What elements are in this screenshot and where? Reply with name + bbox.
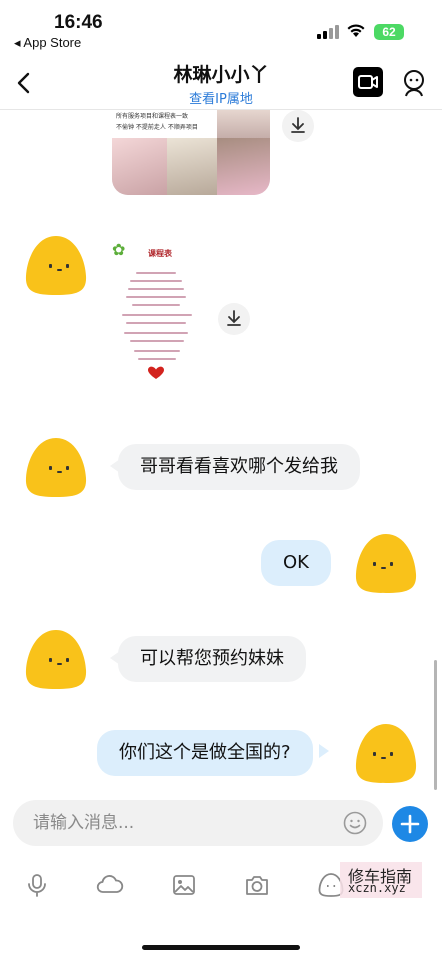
text-line <box>138 358 176 360</box>
my-avatar[interactable] <box>355 532 417 594</box>
plus-icon <box>400 814 420 834</box>
text-line <box>122 314 192 316</box>
home-indicator[interactable] <box>142 945 300 950</box>
back-to-app-store[interactable]: ◂ App Store <box>14 35 81 51</box>
download-icon <box>291 117 305 133</box>
photo-thumb <box>217 110 270 138</box>
photo-thumb <box>217 138 270 195</box>
message-input-placeholder: 请输入消息... <box>33 813 135 833</box>
bubble-tail <box>319 744 329 758</box>
contact-profile-icon[interactable] <box>400 68 428 98</box>
video-call-button[interactable] <box>353 67 383 97</box>
chat-header: 林琳小小丫 查看IP属地 <box>0 54 442 110</box>
text-line <box>126 322 186 324</box>
wifi-icon <box>347 24 365 37</box>
photo-thumb <box>112 138 167 195</box>
back-chevron-icon[interactable] <box>10 66 40 100</box>
bubble-tail <box>320 555 330 569</box>
cellular-signal-icon <box>317 25 339 39</box>
text-line <box>128 288 184 290</box>
image-message-services[interactable]: 所有服务项目和课程表一致 不偷钟 不提前走人 不顺弄项目 <box>112 110 270 195</box>
view-ip-location-link[interactable]: 查看IP属地 <box>120 88 322 107</box>
image-icon[interactable] <box>171 872 197 898</box>
message-bubble-outgoing[interactable]: 你们这个是做全国的? <box>97 730 313 776</box>
clover-icon: ✿ <box>112 240 126 259</box>
my-avatar[interactable] <box>355 722 417 784</box>
text-line <box>130 340 184 342</box>
watermark-line2: xczn.xyz <box>348 881 406 895</box>
chat-message-list[interactable]: 所有服务项目和课程表一致 不偷钟 不提前走人 不顺弄项目 ✿ 课程表 哥哥看看喜… <box>0 110 442 800</box>
course-title: 课程表 <box>148 249 172 258</box>
add-attachment-button[interactable] <box>392 806 428 842</box>
download-icon <box>227 310 241 326</box>
watermark: 修车指南 xczn.xyz <box>340 862 422 898</box>
text-line <box>134 350 180 352</box>
contact-name[interactable]: 林琳小小丫 <box>120 60 322 87</box>
photo-thumb <box>167 138 217 195</box>
text-line <box>124 332 188 334</box>
message-bubble-incoming[interactable]: 可以帮您预约妹妹 <box>118 636 306 682</box>
chat-scrollbar[interactable] <box>434 660 437 790</box>
message-composer: 请输入消息... <box>0 800 442 850</box>
emoji-icon[interactable] <box>343 811 367 835</box>
text-line <box>126 296 186 298</box>
status-time: 16:46 <box>54 12 103 33</box>
download-image-button[interactable] <box>282 110 314 142</box>
contact-avatar[interactable] <box>25 234 87 296</box>
cloud-icon[interactable] <box>96 872 124 898</box>
contact-avatar[interactable] <box>25 436 87 498</box>
microphone-icon[interactable] <box>24 872 50 898</box>
video-camera-icon <box>358 75 378 89</box>
text-line <box>136 272 176 274</box>
text-line <box>132 304 180 306</box>
camera-icon[interactable] <box>244 872 270 898</box>
text-line <box>130 280 182 282</box>
download-image-button[interactable] <box>218 303 250 335</box>
status-bar: 16:46 ◂ App Store 62 <box>0 0 442 54</box>
message-bubble-incoming[interactable]: 哥哥看看喜欢哪个发给我 <box>118 444 360 490</box>
battery-indicator: 62 <box>374 24 404 40</box>
course-schedule-image[interactable]: ✿ 课程表 <box>112 240 200 384</box>
heart-icon <box>148 366 164 379</box>
contact-avatar[interactable] <box>25 628 87 690</box>
message-input[interactable]: 请输入消息... <box>13 800 383 846</box>
